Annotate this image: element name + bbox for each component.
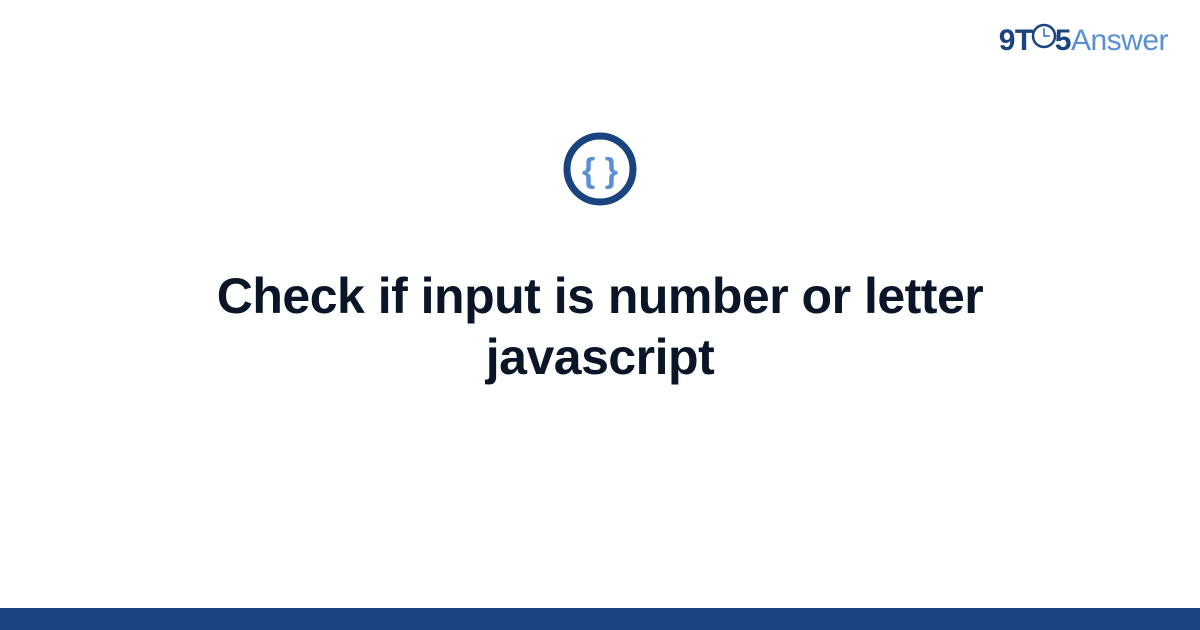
logo-text-5: 5 — [1055, 24, 1071, 57]
main-content: { } Check if input is number or letter j… — [0, 130, 1200, 388]
page-title: Check if input is number or letter javas… — [120, 266, 1080, 388]
logo-text-9t: 9T — [999, 24, 1033, 57]
logo-clock-icon — [1031, 23, 1057, 57]
logo-text-answer: Answer — [1071, 24, 1168, 57]
svg-text:{ }: { } — [582, 152, 618, 190]
code-braces-icon: { } — [561, 130, 639, 208]
site-logo: 9T 5Answer — [999, 24, 1168, 59]
footer-bar — [0, 608, 1200, 630]
